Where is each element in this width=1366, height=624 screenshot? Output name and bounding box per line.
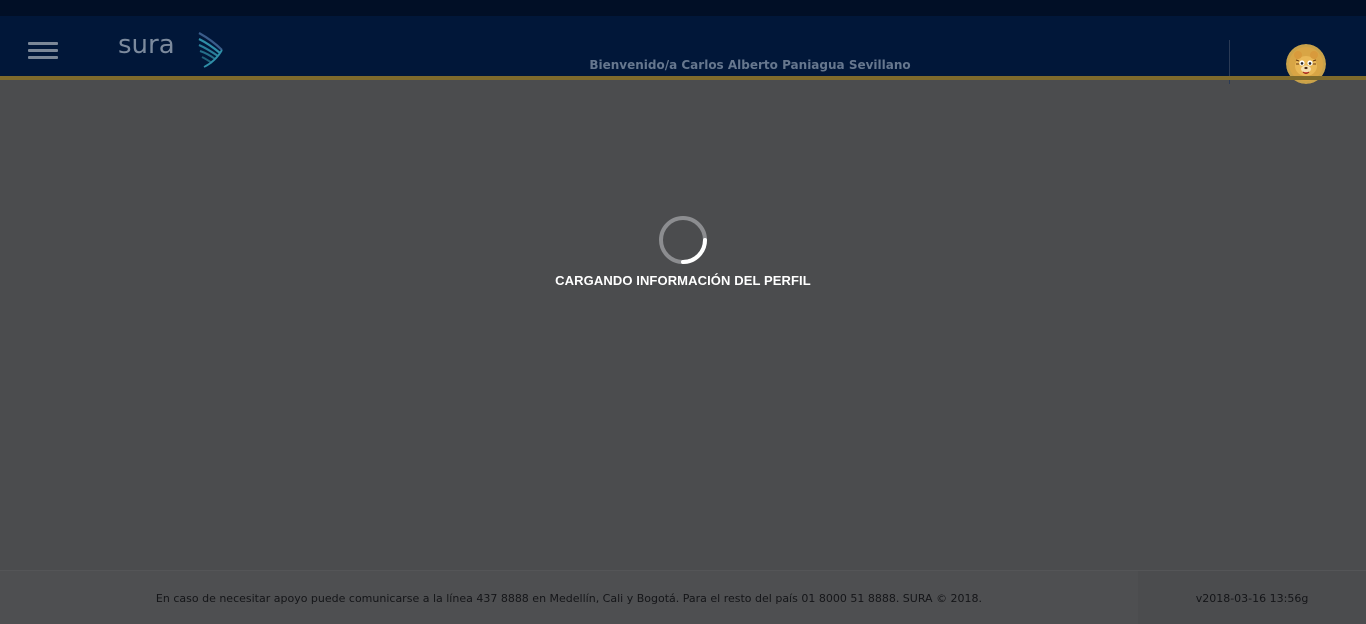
loading-spinner-icon	[659, 216, 707, 264]
hamburger-menu-icon[interactable]	[26, 38, 60, 62]
loading-overlay: CARGANDO INFORMACIÓN DEL PERFIL	[0, 80, 1366, 570]
loading-message: CARGANDO INFORMACIÓN DEL PERFIL	[555, 273, 811, 288]
app-header: sura Bienvenido/a Carlos Alberto Paniagu…	[0, 16, 1366, 84]
footer-version: v2018-03-16 13:56g	[1138, 571, 1366, 624]
logo-text: sura	[118, 30, 175, 60]
footer-support: En caso de necesitar apoyo puede comunic…	[0, 571, 1138, 624]
wing-logo-icon	[198, 32, 223, 68]
version-label: v2018-03-16 13:56g	[1195, 592, 1309, 605]
welcome-message: Bienvenido/a Carlos Alberto Paniagua Sev…	[589, 58, 911, 72]
footer: En caso de necesitar apoyo puede comunic…	[0, 570, 1366, 624]
top-strip	[0, 0, 1366, 16]
support-text: En caso de necesitar apoyo puede comunic…	[155, 592, 983, 605]
sura-logo[interactable]: sura	[114, 28, 229, 72]
